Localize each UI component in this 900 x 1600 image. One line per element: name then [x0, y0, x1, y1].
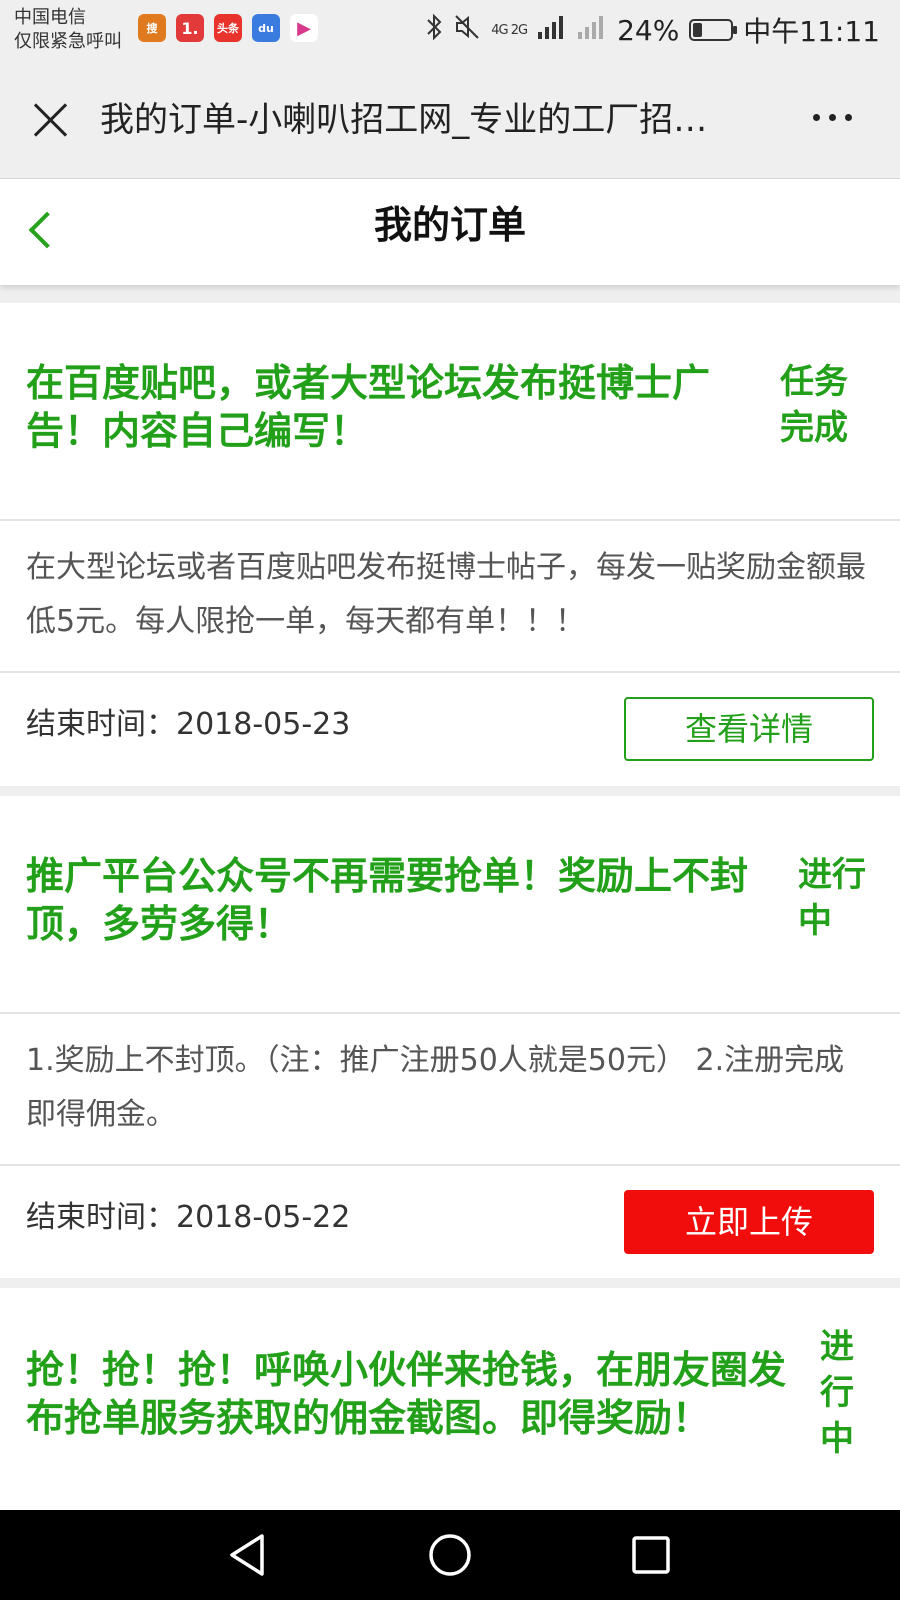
- order-header: 在百度贴吧，或者大型论坛发布挺博士广告！内容自己编写！ 任务完成: [0, 303, 900, 521]
- order-title[interactable]: 抢！抢！抢！呼唤小伙伴来抢钱，在朋友圈发布抢单服务获取的佣金截图。即得奖励！: [26, 1346, 816, 1442]
- order-footer: 结束时间：2018-05-23 查看详情: [0, 673, 900, 786]
- status-bar: 中国电信 仅限紧急呼叫 搜 1. 头条 du ▶ 4G 2G 24% 中午11:…: [0, 0, 900, 62]
- order-header: 推广平台公众号不再需要抢单！奖励上不封顶，多劳多得！ 进行中: [0, 796, 900, 1014]
- browser-bar: 我的订单-小喇叭招工网_专业的工厂招…: [0, 62, 900, 179]
- mute-icon: [453, 13, 481, 48]
- end-time: 结束时间：2018-05-22: [26, 1200, 351, 1235]
- page-title: 我的订单: [373, 203, 526, 247]
- notification-icons: 搜 1. 头条 du ▶: [138, 14, 318, 42]
- emergency-only-text: 仅限紧急呼叫: [14, 31, 122, 52]
- close-icon[interactable]: [28, 98, 72, 142]
- more-options-icon[interactable]: [813, 114, 852, 121]
- nav-recent-apps-icon[interactable]: [626, 1530, 676, 1580]
- no-sim-signal-icon: [577, 14, 607, 47]
- order-card: 抢！抢！抢！呼唤小伙伴来抢钱，在朋友圈发布抢单服务获取的佣金截图。即得奖励！ 进…: [0, 1288, 900, 1510]
- carrier-info: 中国电信 仅限紧急呼叫: [14, 6, 122, 54]
- view-details-button[interactable]: 查看详情: [624, 697, 874, 761]
- battery-percent: 24%: [617, 13, 680, 47]
- system-nav-bar: [0, 1510, 900, 1600]
- end-time: 结束时间：2018-05-23: [26, 707, 351, 742]
- clock: 中午11:11: [743, 15, 880, 48]
- order-status: 进行中: [820, 1327, 854, 1459]
- order-card: 推广平台公众号不再需要抢单！奖励上不封顶，多劳多得！ 进行中 1.奖励上不封顶。…: [0, 796, 900, 1278]
- browser-title: 我的订单-小喇叭招工网_专业的工厂招…: [100, 100, 708, 140]
- order-header: 抢！抢！抢！呼唤小伙伴来抢钱，在朋友圈发布抢单服务获取的佣金截图。即得奖励！ 进…: [0, 1288, 900, 1510]
- battery-icon: [689, 19, 738, 41]
- bluetooth-icon: [425, 13, 443, 48]
- video-app-icon: ▶: [290, 14, 318, 42]
- toutiao-app-icon: 头条: [214, 14, 242, 42]
- carrier-name: 中国电信: [14, 7, 86, 28]
- sogou-app-icon: 搜: [138, 14, 166, 42]
- signal-icon: [537, 14, 567, 47]
- order-status: 进行中: [798, 855, 866, 941]
- nav-back-icon[interactable]: [224, 1530, 274, 1580]
- order-footer: 结束时间：2018-05-22 立即上传: [0, 1166, 900, 1279]
- yihaodian-app-icon: 1.: [176, 14, 204, 42]
- baidu-app-icon: du: [252, 14, 280, 42]
- upload-now-button[interactable]: 立即上传: [624, 1190, 874, 1254]
- order-status: 任务完成: [780, 362, 848, 448]
- order-title[interactable]: 推广平台公众号不再需要抢单！奖励上不封顶，多劳多得！: [26, 852, 766, 948]
- page-header: 我的订单: [0, 179, 900, 285]
- order-description-section: 在大型论坛或者百度贴吧发布挺博士帖子，每发一贴奖励金额最低5元。每人限抢一单，每…: [0, 521, 900, 673]
- order-description-section: 1.奖励上不封顶。（注：推广注册50人就是50元） 2.注册完成即得佣金。: [0, 1014, 900, 1166]
- nav-home-icon[interactable]: [425, 1530, 475, 1580]
- order-description: 1.奖励上不封顶。（注：推广注册50人就是50元） 2.注册完成即得佣金。: [26, 1043, 845, 1132]
- status-indicators: 4G 2G 24% 中午11:11: [425, 10, 880, 50]
- order-title[interactable]: 在百度贴吧，或者大型论坛发布挺博士广告！内容自己编写！: [26, 359, 766, 455]
- order-description: 在大型论坛或者百度贴吧发布挺博士帖子，每发一贴奖励金额最低5元。每人限抢一单，每…: [26, 550, 866, 639]
- order-card: 在百度贴吧，或者大型论坛发布挺博士广告！内容自己编写！ 任务完成 在大型论坛或者…: [0, 303, 900, 786]
- network-type: 4G 2G: [491, 22, 528, 38]
